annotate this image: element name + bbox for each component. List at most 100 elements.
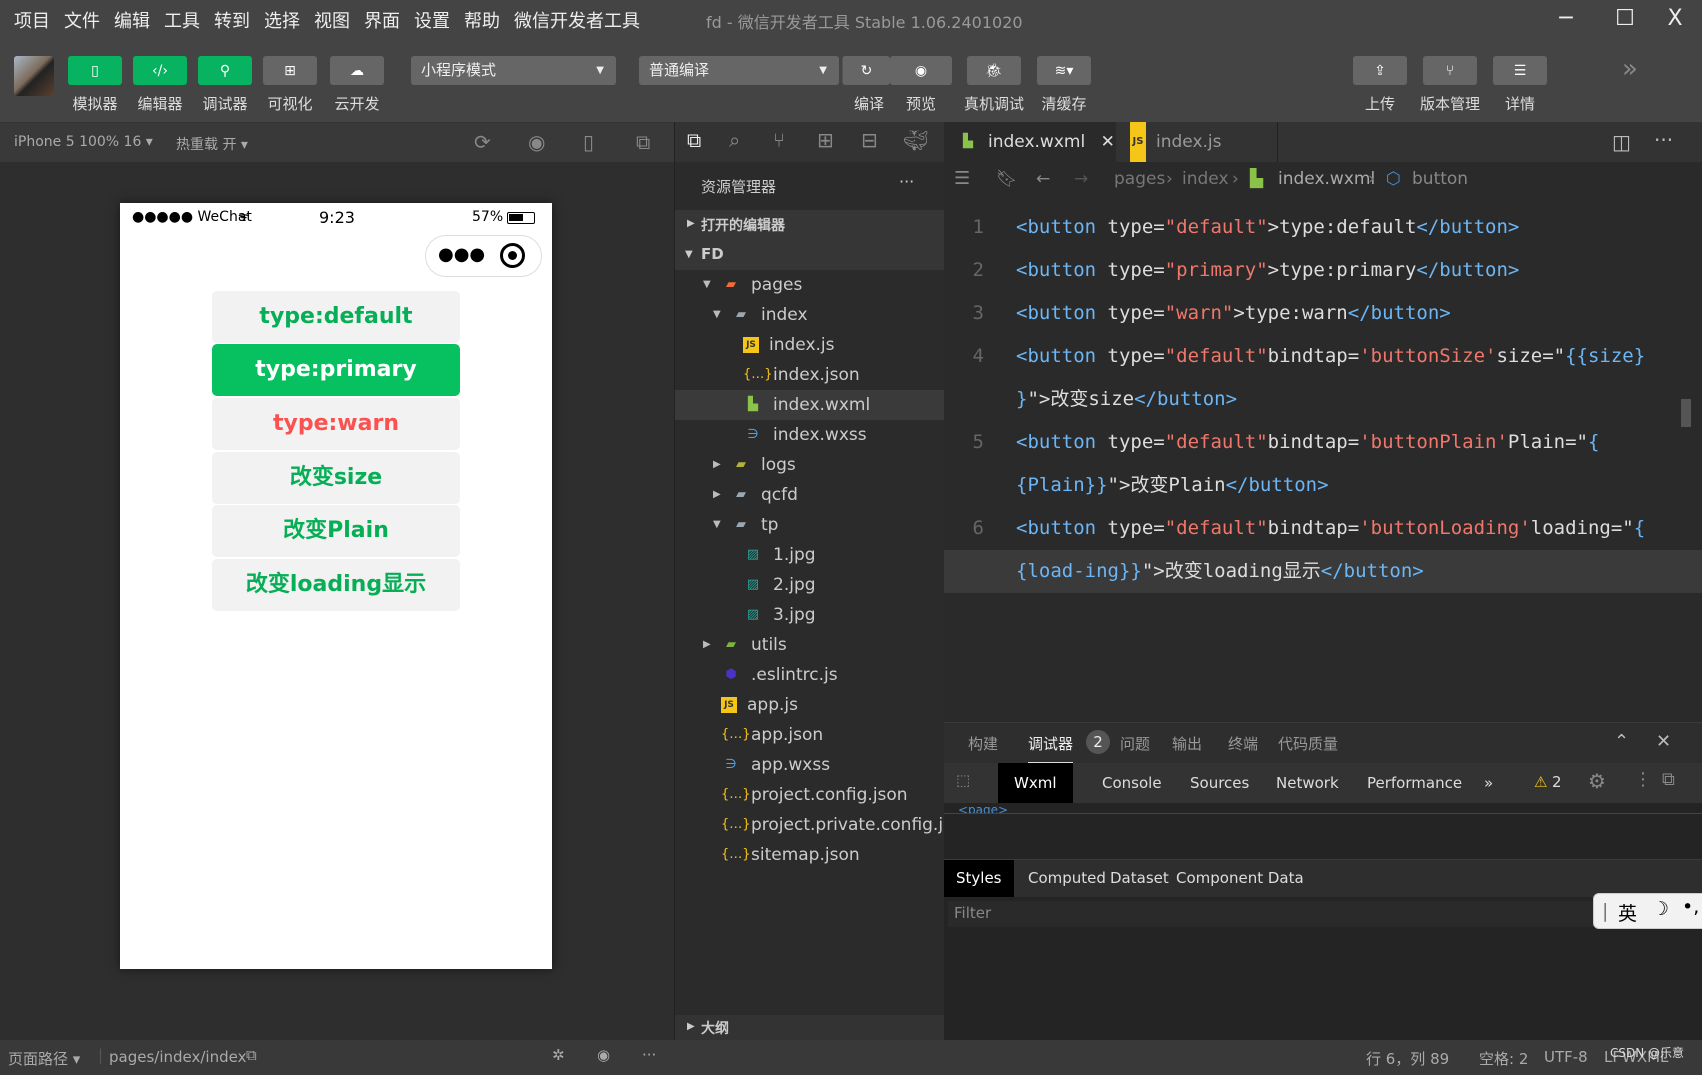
- devtools-tab[interactable]: Performance: [1351, 763, 1478, 803]
- btn-type-primary[interactable]: type:primary: [212, 344, 460, 396]
- caret-right-icon[interactable]: ▶: [713, 450, 721, 480]
- ime-handle[interactable]: |: [1602, 900, 1608, 922]
- menu-item[interactable]: 项目: [14, 7, 50, 33]
- refresh-icon[interactable]: ⟳: [474, 130, 491, 154]
- menu-item[interactable]: 转到: [214, 7, 250, 33]
- btn-type-default[interactable]: type:default: [212, 291, 460, 343]
- style-tab[interactable]: Component Data: [1164, 860, 1316, 897]
- file-tree-item[interactable]: ∋ index.wxss: [675, 420, 945, 450]
- panel-tab[interactable]: 问题: [1120, 733, 1150, 754]
- encoding[interactable]: UTF-8: [1544, 1048, 1588, 1066]
- detach-window-icon[interactable]: ⧉: [636, 130, 650, 154]
- files-icon[interactable]: ⧉: [687, 128, 701, 152]
- page-path-select[interactable]: 页面路径 ▾: [8, 1048, 80, 1069]
- panel-tab[interactable]: 输出: [1172, 733, 1202, 754]
- ime-toolbar[interactable]: | 英 ☽ •,: [1593, 893, 1702, 929]
- more-chevron-icon[interactable]: »: [1622, 54, 1638, 84]
- tab-index-wxml[interactable]: ▙ index.wxml ✕: [944, 122, 1116, 162]
- dock-icon[interactable]: ⧉: [1662, 769, 1675, 790]
- file-tree-item[interactable]: ▨ 3.jpg: [675, 600, 945, 630]
- code-line[interactable]: {Plain}}">改变Plain</button>: [944, 464, 1702, 507]
- hot-reload-select[interactable]: 热重载 开 ▾: [176, 134, 248, 154]
- split-editor-icon[interactable]: ◫: [1612, 130, 1631, 154]
- extensions-icon[interactable]: ⊞: [817, 128, 834, 152]
- moon-icon[interactable]: ☽: [1652, 898, 1669, 920]
- layout-icon[interactable]: ⊟: [861, 128, 878, 152]
- forward-arrow-icon[interactable]: →: [1074, 162, 1088, 196]
- menu-item[interactable]: 视图: [314, 7, 350, 33]
- file-tree-item[interactable]: {…}sitemap.json: [675, 840, 945, 870]
- close-tab-icon[interactable]: ✕: [1101, 132, 1115, 152]
- more-dots-icon[interactable]: ●●●: [438, 244, 485, 265]
- devtools-tab[interactable]: »: [1468, 763, 1509, 803]
- bookmark-icon[interactable]: 🔖︎: [996, 162, 1018, 196]
- open-editors-section[interactable]: ▶ 打开的编辑器: [675, 210, 945, 240]
- file-tree-item[interactable]: ▙ index.wxml: [675, 390, 945, 420]
- btn-change-size[interactable]: 改变size: [212, 452, 460, 504]
- panel-tab[interactable]: 终端: [1228, 733, 1258, 754]
- code-line[interactable]: 1 <button type="default">type:default</bu…: [944, 206, 1702, 249]
- compile-select[interactable]: 普通编译 ▼: [639, 56, 839, 85]
- project-section[interactable]: ▼ FD: [675, 240, 945, 270]
- menu-item[interactable]: 选择: [264, 7, 300, 33]
- code-line[interactable]: {load-ing}}">改变loading显示</button>: [944, 550, 1702, 593]
- code-line[interactable]: }">改变size</button>: [944, 378, 1702, 421]
- caret-down-icon[interactable]: ▼: [713, 300, 721, 330]
- more-icon[interactable]: ···: [642, 1046, 656, 1064]
- panel-tab[interactable]: 代码质量: [1278, 733, 1338, 754]
- real-debug-button[interactable]: 🐞︎: [967, 56, 1021, 85]
- eye-icon[interactable]: ◉: [597, 1046, 610, 1064]
- caret-down-icon[interactable]: ▼: [713, 510, 721, 540]
- code-line[interactable]: 3 <button type="warn">type:warn</button>: [944, 292, 1702, 335]
- simulator-toggle-button[interactable]: ▯: [68, 56, 122, 85]
- file-tree-item[interactable]: {…}project.config.json: [675, 780, 945, 810]
- breadcrumb-index[interactable]: index: [1182, 162, 1229, 196]
- maximize-button[interactable]: ☐: [1605, 4, 1645, 34]
- warning-count[interactable]: 2: [1552, 773, 1562, 791]
- mode-select[interactable]: 小程序模式 ▼: [411, 56, 616, 85]
- menu-item[interactable]: 工具: [164, 7, 200, 33]
- tab-index-js[interactable]: JS index.js: [1116, 122, 1278, 162]
- cloud-button[interactable]: ☁: [330, 56, 384, 85]
- code-line[interactable]: 2 <button type="primary">type:primary</bu…: [944, 249, 1702, 292]
- close-target-icon[interactable]: [500, 243, 525, 268]
- breadcrumb-file[interactable]: index.wxml: [1278, 162, 1375, 196]
- file-tree-item[interactable]: JS app.js: [675, 690, 945, 720]
- close-panel-icon[interactable]: ✕: [1656, 731, 1671, 752]
- menu-item[interactable]: 编辑: [114, 7, 150, 33]
- menu-item[interactable]: 帮助: [464, 7, 500, 33]
- menu-item[interactable]: 设置: [414, 7, 450, 33]
- punctuation-icon[interactable]: •,: [1682, 896, 1699, 918]
- debugger-toggle-button[interactable]: ⚲: [198, 56, 252, 85]
- ime-lang[interactable]: 英: [1618, 899, 1637, 926]
- devtools-tab[interactable]: Console: [1086, 763, 1178, 803]
- device-select[interactable]: iPhone 5 100% 16 ▾: [14, 134, 153, 150]
- close-window-button[interactable]: X: [1655, 4, 1695, 34]
- visual-button[interactable]: ⊞: [263, 56, 317, 85]
- caret-right-icon[interactable]: ▶: [713, 480, 721, 510]
- menu-item[interactable]: 界面: [364, 7, 400, 33]
- devtools-tab[interactable]: Network: [1260, 763, 1355, 803]
- caret-down-icon[interactable]: ▼: [703, 270, 711, 300]
- code-line[interactable]: 5 <button type="default"bindtap='buttonPl…: [944, 421, 1702, 464]
- file-tree-item[interactable]: ▼ ▰ pages: [675, 270, 945, 300]
- devtools-tab[interactable]: Wxml: [998, 763, 1073, 803]
- preview-button[interactable]: ◉: [890, 56, 952, 85]
- list-icon[interactable]: ☰: [954, 162, 970, 196]
- collapse-panel-icon[interactable]: ⌃: [1614, 731, 1629, 752]
- file-tree-item[interactable]: ∋ app.wxss: [675, 750, 945, 780]
- menu-item[interactable]: 微信开发者工具: [514, 7, 640, 33]
- file-tree-item[interactable]: JS index.js: [675, 330, 945, 360]
- file-tree-item[interactable]: ▶ ▰ logs: [675, 450, 945, 480]
- file-tree-item[interactable]: ▶ ▰ qcfd: [675, 480, 945, 510]
- kebab-menu-icon[interactable]: ⋮: [1634, 769, 1652, 790]
- btn-type-warn[interactable]: type:warn: [212, 398, 460, 450]
- file-tree-item[interactable]: ▼ ▰ tp: [675, 510, 945, 540]
- file-tree-item[interactable]: ▨ 1.jpg: [675, 540, 945, 570]
- file-tree-item[interactable]: ▶ ▰ utils: [675, 630, 945, 660]
- explorer-more-icon[interactable]: ···: [899, 172, 914, 191]
- file-tree-item[interactable]: {…}index.json: [675, 360, 945, 390]
- copy-icon[interactable]: ⧉: [246, 1046, 257, 1064]
- clear-cache-button[interactable]: ≋▾: [1037, 56, 1091, 85]
- wxml-tree[interactable]: <page>: [958, 803, 1008, 813]
